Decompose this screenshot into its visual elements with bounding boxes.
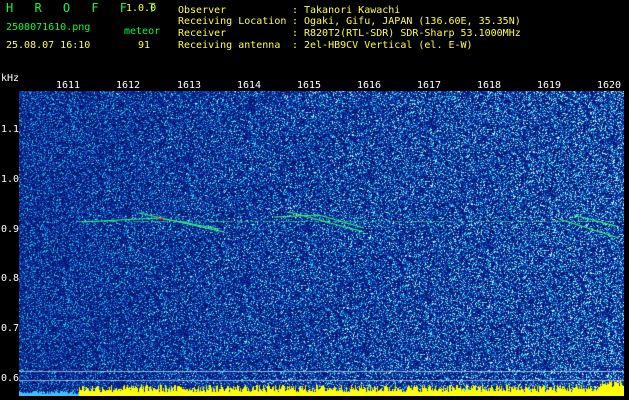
info-value: Takanori Kawachi [304, 5, 401, 16]
time-tick-label: 1615 [297, 80, 322, 91]
freq-tick-label: 0.9 [1, 224, 20, 235]
time-tick-label: 1612 [116, 80, 141, 91]
freq-tick-label: 0.7 [1, 323, 20, 334]
info-label: Observer [178, 5, 227, 16]
time-tick-label: 1616 [357, 80, 382, 91]
freq-tick-label: 1.1 [1, 124, 20, 135]
info-antenna: Receiving antenna:2el-HB9CV Vertical (el… [178, 40, 473, 51]
info-label: Receiving Location [178, 16, 287, 27]
time-tick-label: 1619 [537, 80, 562, 91]
freq-tick-label: 0.6 [1, 373, 20, 384]
hroft-window: H R O F F T 1.0.0 2508071610.png 25.08.0… [0, 0, 629, 400]
info-label: Receiver [178, 28, 227, 39]
info-colon: : [292, 5, 299, 16]
echo-count: 91 [138, 40, 151, 51]
time-tick-label: 1611 [56, 80, 81, 91]
time-tick-label: 1617 [417, 80, 442, 91]
info-label: Receiving antenna [178, 40, 281, 51]
freq-tick-label: 0.8 [1, 273, 20, 284]
file-name: 2508071610.png [6, 22, 91, 33]
time-tick-label: 1618 [477, 80, 502, 91]
freq-tick-label: 1.0 [1, 174, 20, 185]
time-tick-label: 1614 [237, 80, 262, 91]
app-version: 1.0.0 [126, 3, 157, 14]
info-observer: Observer: Takanori Kawachi [178, 5, 400, 16]
file-datetime: 25.08.07 16:10 [6, 40, 91, 51]
spectrogram-display[interactable] [19, 91, 624, 396]
info-colon: : [292, 16, 299, 27]
info-receiver: Receiver: R820T2(RTL-SDR) SDR-Sharp 53.10… [178, 28, 521, 39]
info-value: Ogaki, Gifu, JAPAN (136.60E, 35.35N) [304, 16, 521, 27]
info-location: Receiving Location: Ogaki, Gifu, JAPAN (1… [178, 16, 521, 27]
freq-unit-label: kHz [1, 73, 20, 84]
mode-label: meteor [124, 26, 161, 37]
time-tick-label: 1613 [177, 80, 202, 91]
info-colon: : [292, 40, 299, 51]
info-colon: : [292, 28, 299, 39]
time-tick-label: 1620 [597, 80, 622, 91]
info-value: 2el-HB9CV Vertical (el. E-W) [304, 40, 473, 51]
info-value: R820T2(RTL-SDR) SDR-Sharp 53.1000MHz [304, 28, 521, 39]
